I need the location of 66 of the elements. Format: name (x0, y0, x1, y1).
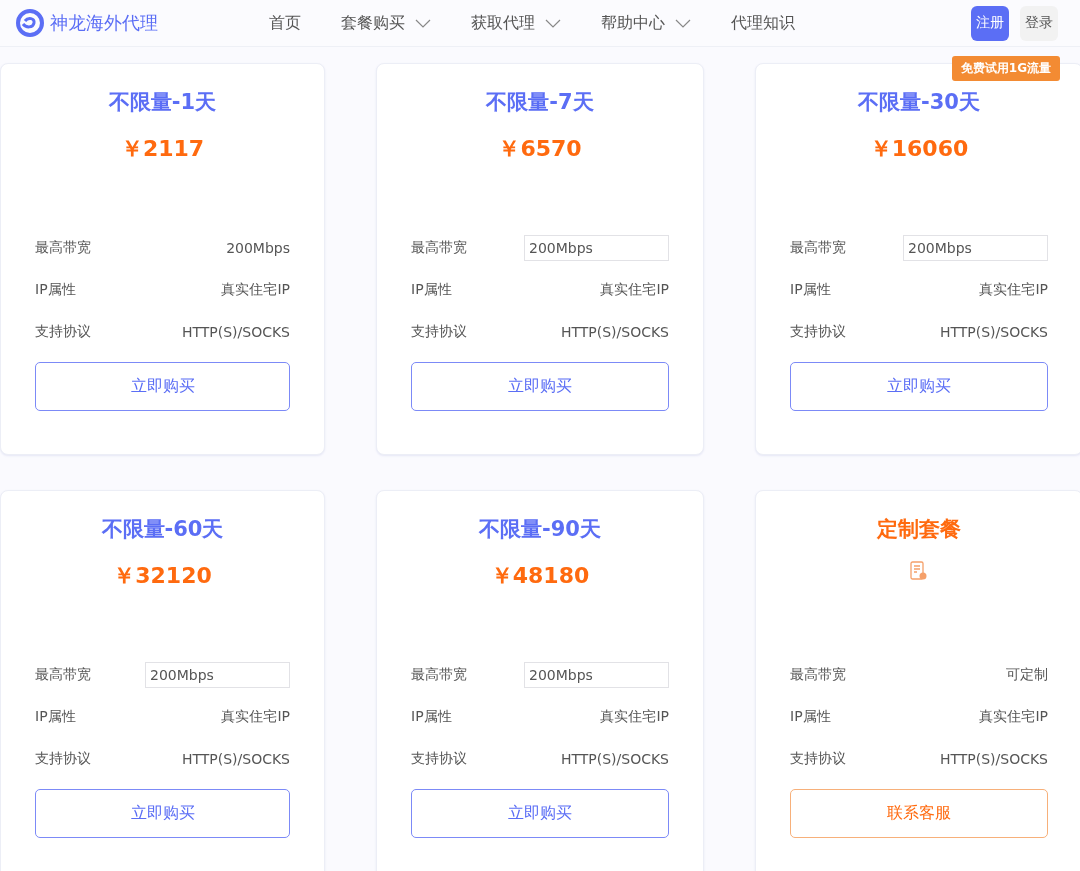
feature-label: IP属性 (35, 281, 76, 299)
bandwidth-select[interactable]: 200Mbps (145, 662, 290, 688)
feature-label: 最高带宽 (790, 666, 846, 684)
buy-now-button[interactable]: 立即购买 (411, 789, 669, 838)
promo-tooltip: 免费试用1G流量 (951, 55, 1060, 81)
login-button[interactable]: 登录 (1020, 5, 1058, 41)
feature-value: 真实住宅IP (221, 708, 290, 726)
plan-price: ￥48180 (489, 562, 591, 590)
buy-now-button[interactable]: 立即购买 (790, 362, 1048, 411)
plan-title: 不限量-60天 (100, 516, 225, 543)
feature-value: 真实住宅IP (979, 281, 1048, 299)
feature-value: 真实住宅IP (221, 281, 290, 299)
logo-icon (16, 9, 44, 37)
bandwidth-select[interactable]: 200Mbps (524, 235, 669, 261)
feature-label: IP属性 (790, 281, 831, 299)
nav-link[interactable]: 帮助中心 (601, 12, 691, 34)
nav-link[interactable]: 获取代理 (471, 12, 561, 34)
feature-label: 支持协议 (790, 750, 846, 768)
nav-link[interactable]: 套餐购买 (341, 12, 431, 34)
feature-label: 支持协议 (411, 750, 467, 768)
feature-label: 最高带宽 (790, 239, 846, 257)
feature-label: 最高带宽 (411, 666, 467, 684)
feature-label: IP属性 (790, 708, 831, 726)
plan-title: 不限量-7天 (485, 89, 595, 116)
buy-now-button[interactable]: 立即购买 (35, 789, 290, 838)
feature-value: HTTP(S)/SOCKS (939, 324, 1048, 340)
feature-value: 200Mbps (226, 240, 290, 256)
buy-now-button[interactable]: 立即购买 (35, 362, 290, 411)
feature-value: HTTP(S)/SOCKS (560, 324, 669, 340)
nav-link[interactable]: 代理知识 (731, 12, 795, 34)
chevron-down-icon (415, 18, 431, 28)
buy-now-button[interactable]: 立即购买 (411, 362, 669, 411)
plan-price: ￥2117 (119, 135, 206, 163)
bandwidth-select[interactable]: 200Mbps (903, 235, 1048, 261)
bandwidth-select[interactable]: 200Mbps (524, 662, 669, 688)
feature-label: 最高带宽 (35, 666, 91, 684)
plan-title: 不限量-30天 (857, 89, 981, 116)
document-gear-icon (910, 561, 928, 581)
feature-label: IP属性 (411, 281, 452, 299)
feature-label: 最高带宽 (411, 239, 467, 257)
feature-label: 最高带宽 (35, 239, 91, 257)
feature-value: 真实住宅IP (600, 281, 669, 299)
feature-label: 支持协议 (35, 323, 91, 341)
plan-price: ￥32120 (112, 562, 213, 590)
brand-name[interactable]: 神龙海外代理 (50, 11, 158, 35)
chevron-down-icon (675, 18, 691, 28)
feature-label: 支持协议 (790, 323, 846, 341)
feature-label: IP属性 (411, 708, 452, 726)
feature-value: 真实住宅IP (600, 708, 669, 726)
register-button[interactable]: 注册 (971, 5, 1009, 41)
nav-link[interactable]: 首页 (269, 12, 301, 34)
chevron-down-icon (545, 18, 561, 28)
plan-title: 定制套餐 (876, 516, 962, 543)
plan-title: 不限量-90天 (478, 516, 602, 543)
feature-value: 真实住宅IP (979, 708, 1048, 726)
plan-price: ￥16060 (868, 135, 970, 163)
feature-value: HTTP(S)/SOCKS (560, 751, 669, 767)
plan-price: ￥6570 (497, 135, 583, 163)
feature-label: IP属性 (35, 708, 76, 726)
feature-label: 支持协议 (35, 750, 91, 768)
feature-value: 可定制 (1006, 666, 1048, 684)
feature-value: HTTP(S)/SOCKS (939, 751, 1048, 767)
feature-value: HTTP(S)/SOCKS (181, 751, 290, 767)
feature-label: 支持协议 (411, 323, 467, 341)
feature-value: HTTP(S)/SOCKS (181, 324, 290, 340)
plan-title: 不限量-1天 (107, 89, 218, 116)
